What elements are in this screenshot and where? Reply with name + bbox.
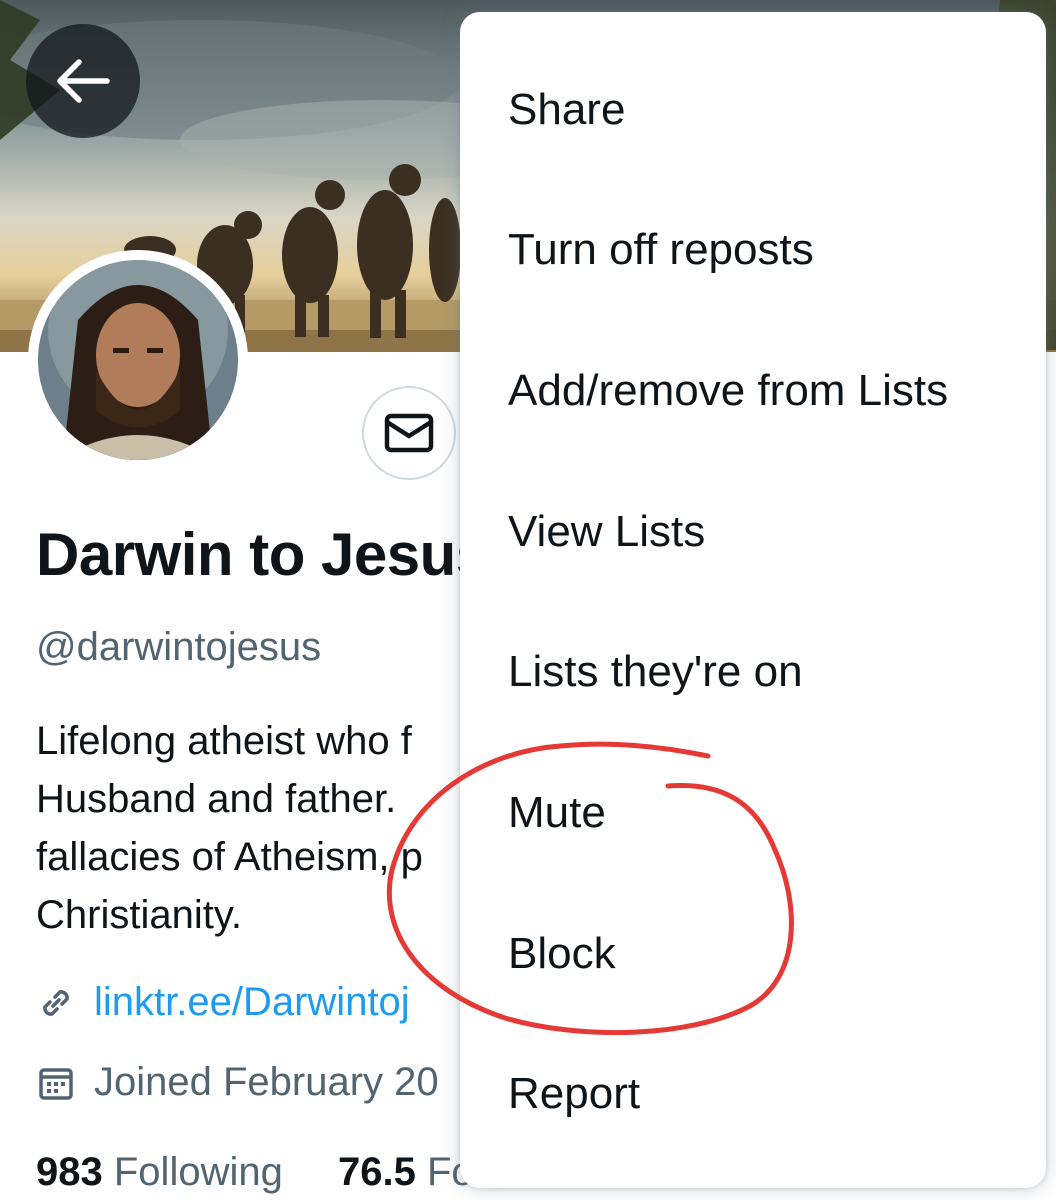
- bio-line: Husband and father.: [36, 777, 397, 821]
- profile-link[interactable]: linktr.ee/Darwintoj: [36, 980, 410, 1025]
- menu-item-turn-off-reposts[interactable]: Turn off reposts: [460, 180, 1046, 320]
- envelope-icon: [384, 413, 434, 453]
- bio-line: Lifelong atheist who f: [36, 719, 412, 763]
- joined-text: Joined February 20: [94, 1060, 439, 1104]
- menu-item-report[interactable]: Report: [460, 1024, 1046, 1164]
- avatar-image: [38, 260, 238, 460]
- avatar[interactable]: [28, 250, 248, 470]
- menu-item-block[interactable]: Block: [460, 884, 1046, 1024]
- menu-item-view-lists[interactable]: View Lists: [460, 462, 1046, 602]
- profile-name: Darwin to Jesus: [36, 521, 489, 588]
- following-label: Following: [113, 1150, 283, 1194]
- following-stat[interactable]: 983 Following: [36, 1150, 294, 1194]
- profile-link-text[interactable]: linktr.ee/Darwintoj: [94, 980, 410, 1025]
- link-icon: [36, 982, 78, 1024]
- bio-line: fallacies of Atheism, p: [36, 835, 423, 879]
- profile-handle: @darwintojesus: [36, 625, 322, 669]
- menu-item-mute[interactable]: Mute: [460, 743, 1046, 883]
- followers-count: 76.5: [337, 1150, 416, 1194]
- menu-item-share[interactable]: Share: [460, 40, 1046, 180]
- bio-line: Christianity.: [36, 893, 242, 937]
- arrow-left-icon: [57, 59, 110, 103]
- back-button[interactable]: [26, 24, 140, 138]
- menu-item-lists-theyre-on[interactable]: Lists they're on: [460, 602, 1046, 742]
- message-button[interactable]: [362, 386, 456, 480]
- profile-bio: Lifelong atheist who f Husband and fathe…: [36, 712, 423, 944]
- calendar-icon: [36, 1062, 78, 1104]
- menu-item-add-remove-lists[interactable]: Add/remove from Lists: [460, 321, 1046, 461]
- profile-more-menu: Share Turn off reposts Add/remove from L…: [460, 12, 1046, 1188]
- joined-date: Joined February 20: [36, 1060, 439, 1105]
- following-count: 983: [36, 1150, 103, 1194]
